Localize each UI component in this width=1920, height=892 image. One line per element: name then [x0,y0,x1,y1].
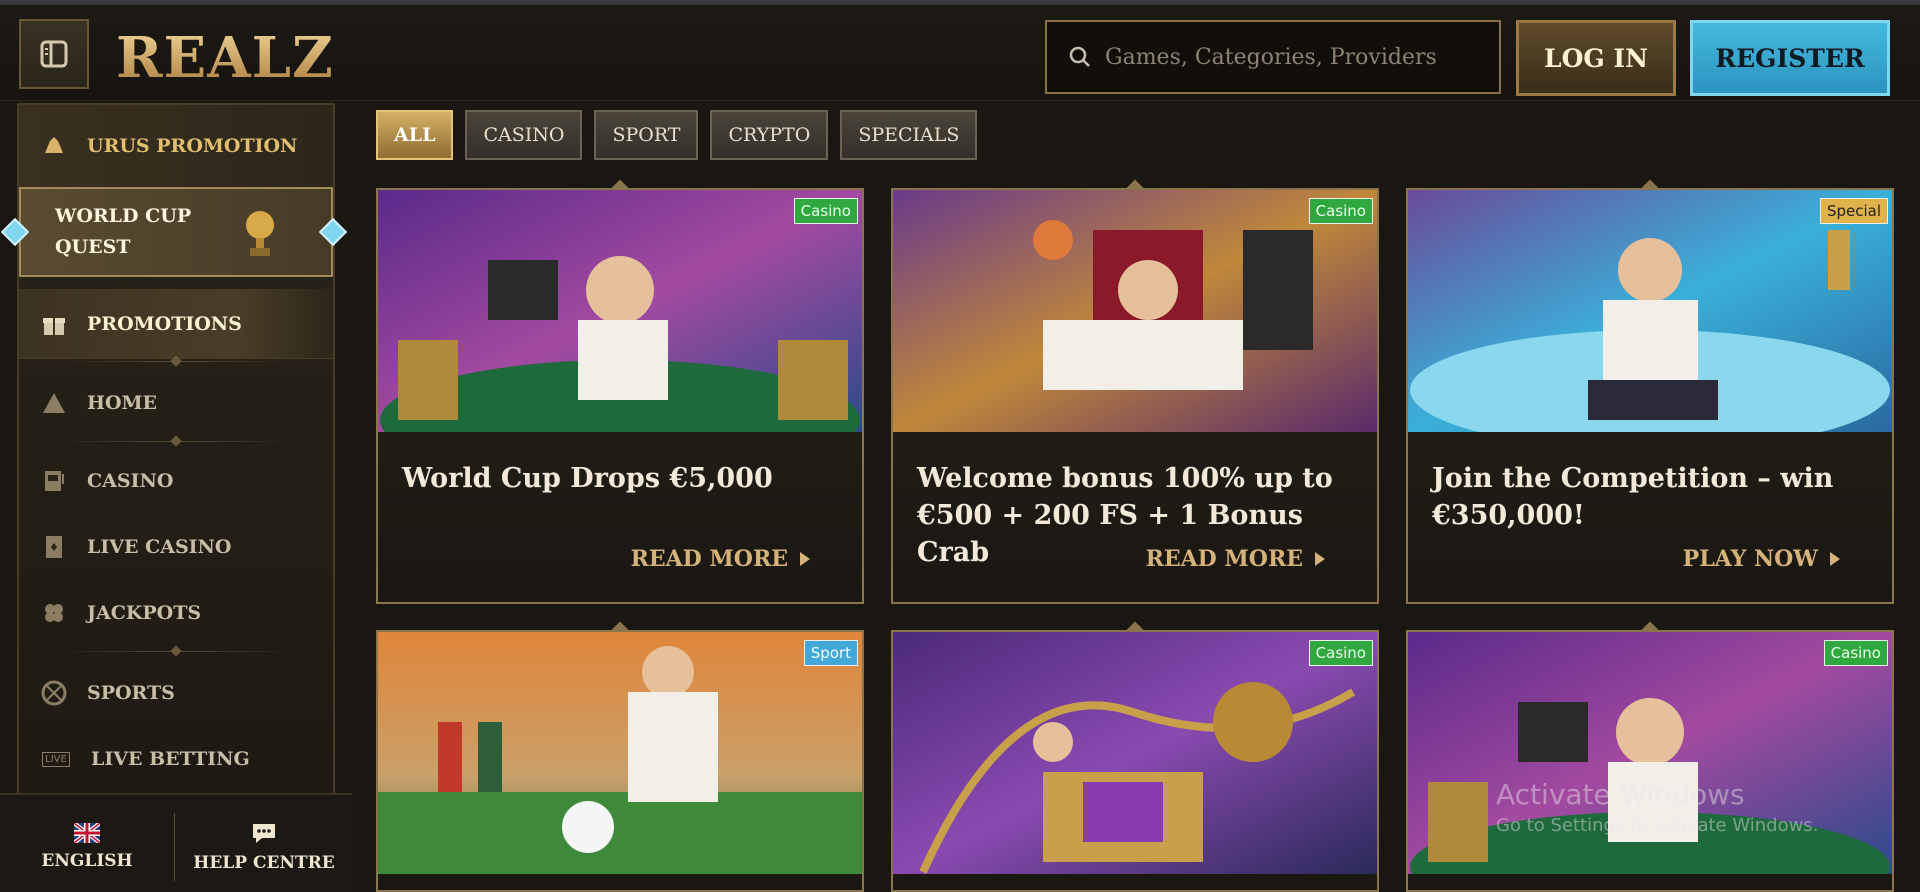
site-logo[interactable]: REALZ [116,25,334,91]
promo-card[interactable]: Casino Welcome bonus 100% up to €500 + 2… [891,179,1379,604]
diamond-ornament-right [318,217,348,247]
help-centre-link[interactable]: HELP CENTRE [176,807,352,887]
sidebar-item-live-betting[interactable]: LIVE LIVE BETTING [19,731,333,787]
footer-separator [174,813,175,881]
filter-chip-all[interactable]: ALL [376,110,454,160]
promo-card-title: Join the Competition – win €350,000! [1432,463,1834,531]
arrow-right-icon [1315,552,1325,566]
sidebar-item-label: WORLD CUP QUEST [55,201,235,263]
sidebar: URUS PROMOTION WORLD CUP QUEST PROMOTION… [0,103,348,793]
search-icon [1069,46,1090,67]
sidebar-divider [59,361,293,362]
sidebar-item-sports[interactable]: SPORTS [19,665,333,721]
promo-card[interactable]: Casino World Cup Drops €5,000 READ MORE [376,179,864,604]
sidebar-divider [59,651,293,652]
diamond-ornament-left [0,217,30,247]
cta-label: READ MORE [630,546,788,572]
sidebar-item-live-casino[interactable]: LIVE CASINO [19,519,333,575]
sidebar-item-label: HOME [87,392,158,414]
sidebar-toggle-icon [40,40,68,68]
read-more-link[interactable]: READ MORE [631,546,810,572]
sidebar-item-label: LIVE BETTING [91,748,250,770]
category-badge: Casino [1823,640,1888,666]
category-badge: Casino [1308,198,1373,224]
filter-chip-specials[interactable]: SPECIALS [840,110,978,160]
ball-icon [41,680,67,706]
sidebar-item-label: URUS PROMOTION [87,135,298,157]
promo-card-image [378,632,862,874]
world-cup-line2: QUEST [55,236,131,258]
sidebar-item-home[interactable]: HOME [19,375,333,431]
cta-label: PLAY NOW [1682,546,1818,572]
sidebar-divider [59,441,293,442]
promo-card-image [893,190,1377,432]
card-icon [41,534,67,560]
category-filter-bar: ALL CASINO SPORT CRYPTO SPECIALS [376,110,978,160]
promo-card-image [1408,632,1892,874]
register-button[interactable]: REGISTER [1690,20,1890,96]
search-input[interactable] [1105,44,1485,70]
site-header: REALZ LOG IN REGISTER [0,5,1920,101]
sidebar-footer: ENGLISH HELP CENTRE [0,793,352,892]
language-selector[interactable]: ENGLISH [0,807,174,887]
clover-icon [41,600,67,626]
promo-card[interactable]: Sport [376,621,864,892]
windows-activation-watermark: Activate Windows Go to Settings to activ… [1496,778,1818,836]
arrow-right-icon [1830,552,1840,566]
promo-card-image [1408,190,1892,432]
category-badge: Special [1819,198,1888,224]
read-more-link[interactable]: READ MORE [1146,546,1325,572]
category-badge: Casino [1308,640,1373,666]
sidebar-item-promotions[interactable]: PROMOTIONS [19,289,333,359]
sidebar-item-label: JACKPOTS [87,602,202,624]
sidebar-item-label: PROMOTIONS [87,312,242,335]
promo-card[interactable]: Special Join the Competition – win €350,… [1406,179,1894,604]
promo-card[interactable]: Casino [1406,621,1894,892]
watermark-line2: Go to Settings to activate Windows. [1496,815,1819,836]
sidebar-item-jackpots[interactable]: JACKPOTS [19,585,333,641]
bull-icon [41,133,67,159]
sidebar-item-casino[interactable]: CASINO [19,453,333,509]
category-badge: Casino [793,198,858,224]
cta-label: READ MORE [1145,546,1303,572]
sidebar-item-label: SPORTS [87,682,175,704]
category-badge: Sport [803,640,858,666]
sidebar-item-label: CASINO [87,470,174,492]
promo-card-image [378,190,862,432]
promo-card-title: World Cup Drops €5,000 [402,463,773,494]
watermark-line1: Activate Windows [1496,778,1745,811]
sidebar-toggle-button[interactable] [19,19,89,89]
uk-flag-icon [74,823,100,843]
trophy-icon [246,211,274,256]
filter-chip-casino[interactable]: CASINO [465,110,583,160]
promo-card-image [893,632,1377,874]
world-cup-line1: WORLD CUP [55,205,192,227]
sidebar-item-label: LIVE CASINO [87,536,232,558]
play-now-link[interactable]: PLAY NOW [1683,546,1840,572]
filter-chip-sport[interactable]: SPORT [594,110,699,160]
chat-bubble-icon [253,824,275,843]
sidebar-item-urus-promotion[interactable]: URUS PROMOTION [19,105,333,187]
gift-icon [41,311,67,337]
login-button[interactable]: LOG IN [1516,20,1676,96]
arrow-right-icon [800,552,810,566]
live-badge: LIVE [42,751,70,767]
slot-machine-icon [41,468,67,494]
pyramid-icon [41,390,67,416]
filter-chip-crypto[interactable]: CRYPTO [710,110,829,160]
language-label: ENGLISH [41,851,133,871]
sidebar-item-world-cup-quest[interactable]: WORLD CUP QUEST [0,187,348,277]
search-box[interactable] [1045,20,1501,94]
help-centre-label: HELP CENTRE [193,853,335,873]
promo-card[interactable]: Casino [891,621,1379,892]
live-icon: LIVE [41,746,71,772]
